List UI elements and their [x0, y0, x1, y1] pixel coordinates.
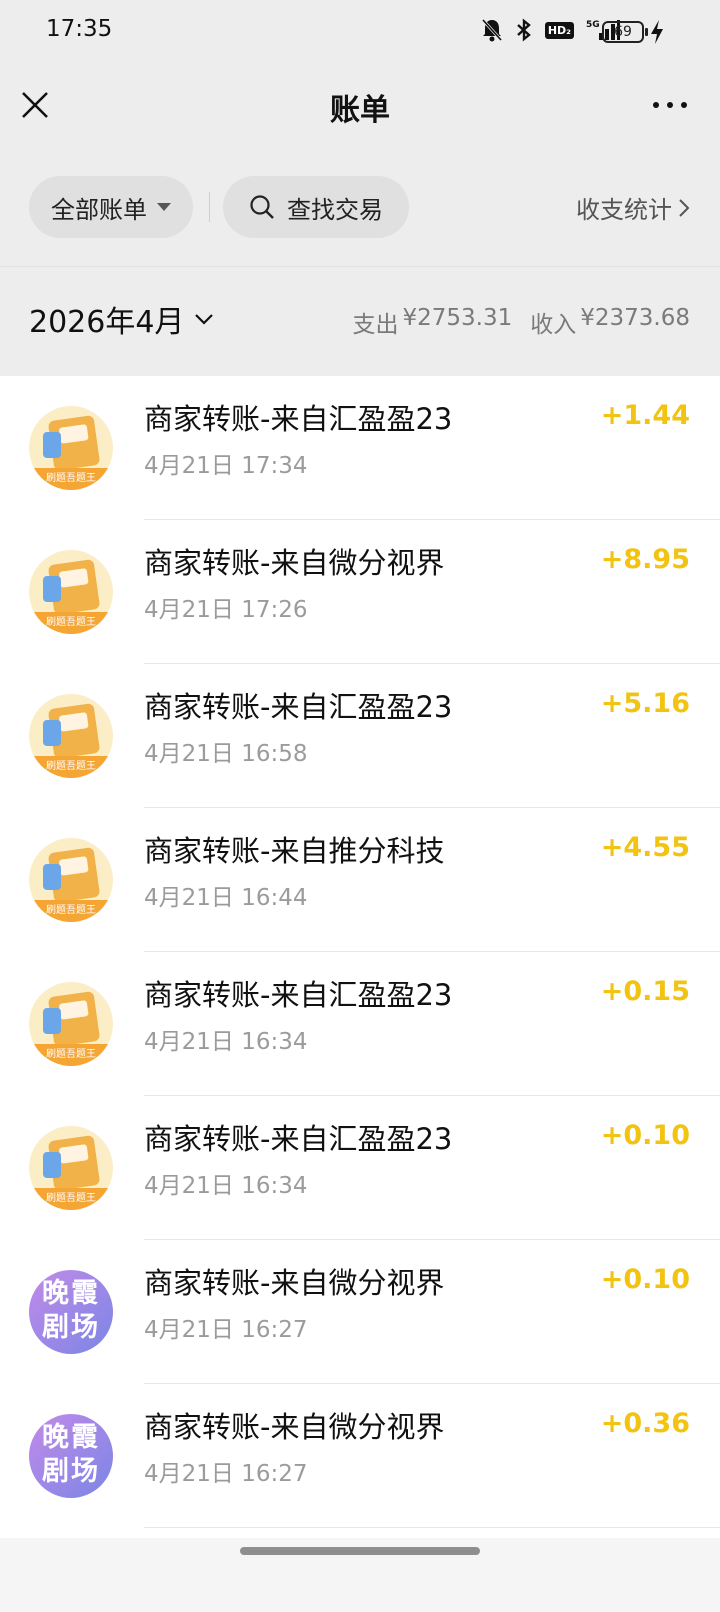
- month-totals: 支出 ¥2753.31 收入 ¥2373.68: [353, 305, 691, 339]
- transaction-row[interactable]: 刷题吾题王 商家转账-来自汇盈盈23 4月21日 16:34 +0.10: [0, 1096, 720, 1240]
- month-label: 2026年4月: [29, 305, 185, 340]
- transaction-row[interactable]: 刷题吾题王 商家转账-来自汇盈盈23 4月21日 16:58 +5.16: [0, 664, 720, 808]
- transaction-row[interactable]: 刷题吾题王 商家转账-来自推分科技 4月21日 16:44 +4.55: [0, 808, 720, 952]
- merchant-avatar: 刷题吾题王: [29, 406, 113, 490]
- avatar-jar-shape: [43, 864, 61, 890]
- transaction-time: 4月21日 16:27: [144, 1317, 308, 1343]
- avatar-jar-shape: [43, 432, 61, 458]
- search-icon: [250, 195, 274, 219]
- more-dot: [681, 102, 687, 108]
- transaction-amount: +1.44: [600, 400, 690, 431]
- transaction-title: 商家转账-来自汇盈盈23: [144, 978, 453, 1012]
- search-label: 查找交易: [287, 195, 383, 224]
- income-expense-stats-link[interactable]: 收支统计: [576, 190, 690, 225]
- merchant-avatar: 刷题吾题王: [29, 694, 113, 778]
- transaction-row[interactable]: 刷题吾题王 商家转账-来自汇盈盈23 4月21日 16:34 +0.15: [0, 952, 720, 1096]
- income-label: 收入: [530, 312, 577, 338]
- bluetooth-icon: [517, 18, 531, 42]
- transaction-amount: +0.15: [600, 976, 690, 1007]
- transaction-row[interactable]: 刷题吾题王 商家转账-来自微分视界 4月21日 17:26 +8.95: [0, 520, 720, 664]
- income-value: ¥2373.68: [580, 305, 690, 331]
- merchant-avatar: 刷题吾题王: [29, 1126, 113, 1210]
- transaction-title: 商家转账-来自微分视界: [144, 1266, 445, 1300]
- page-title: 账单: [330, 93, 390, 128]
- expense-label: 支出: [352, 312, 399, 338]
- transaction-time: 4月21日 16:44: [144, 885, 308, 911]
- avatar-jar-shape: [43, 1152, 61, 1178]
- search-transactions-button[interactable]: 查找交易: [223, 176, 409, 238]
- transaction-time: 4月21日 16:58: [144, 741, 308, 767]
- all-bills-label: 全部账单: [51, 195, 147, 224]
- avatar-jar-shape: [43, 1008, 61, 1034]
- all-bills-filter[interactable]: 全部账单: [29, 176, 193, 238]
- caret-down-icon: [157, 203, 171, 211]
- home-indicator[interactable]: [240, 1547, 480, 1555]
- filter-bar: 全部账单 查找交易 收支统计: [0, 152, 720, 266]
- merchant-avatar: 刷题吾题王: [29, 982, 113, 1066]
- avatar-caption: 刷题吾题王: [29, 612, 113, 634]
- transaction-time: 4月21日 16:34: [144, 1173, 308, 1199]
- month-selector[interactable]: 2026年4月: [29, 297, 214, 341]
- transaction-time: 4月21日 16:34: [144, 1029, 308, 1055]
- chevron-right-icon: [679, 198, 690, 217]
- avatar-caption: 刷题吾题王: [29, 900, 113, 922]
- avatar-caption: 刷题吾题王: [29, 468, 113, 490]
- month-summary: 2026年4月 支出 ¥2753.31 收入 ¥2373.68: [0, 266, 720, 376]
- filter-divider: [209, 192, 210, 222]
- battery-icon: 69: [602, 21, 648, 43]
- avatar-jar-shape: [43, 576, 61, 602]
- stats-label: 收支统计: [576, 196, 672, 224]
- more-icon[interactable]: [653, 102, 687, 108]
- transaction-time: 4月21日 17:34: [144, 453, 308, 479]
- transaction-list: 刷题吾题王 商家转账-来自汇盈盈23 4月21日 17:34 +1.44 刷题吾题王 商家…: [0, 376, 720, 1612]
- transaction-amount: +8.95: [600, 544, 690, 575]
- transaction-amount: +4.55: [600, 832, 690, 863]
- bill-page: 17:35 HD₂ 5G 69 账单 全部账单 查找交易 收支统计 2026年4…: [0, 0, 720, 1612]
- transaction-title: 商家转账-来自汇盈盈23: [144, 1122, 453, 1156]
- transaction-title: 商家转账-来自微分视界: [144, 1410, 445, 1444]
- avatar-caption: 刷题吾题王: [29, 1044, 113, 1066]
- transaction-row[interactable]: 晚霞剧场 商家转账-来自微分视界 4月21日 16:27 +0.10: [0, 1240, 720, 1384]
- transaction-row[interactable]: 刷题吾题王 商家转账-来自汇盈盈23 4月21日 17:34 +1.44: [0, 376, 720, 520]
- charging-icon: [651, 20, 663, 44]
- svg-text:5G: 5G: [586, 20, 600, 30]
- merchant-avatar: 刷题吾题王: [29, 550, 113, 634]
- status-time: 17:35: [46, 16, 113, 42]
- transaction-amount: +0.10: [600, 1120, 690, 1151]
- expense-total: 支出 ¥2753.31: [353, 305, 513, 339]
- income-total: 收入 ¥2373.68: [530, 305, 690, 339]
- transaction-amount: +0.10: [600, 1264, 690, 1295]
- transaction-amount: +5.16: [600, 688, 690, 719]
- transaction-title: 商家转账-来自微分视界: [144, 546, 445, 580]
- transaction-title: 商家转账-来自推分科技: [144, 834, 445, 868]
- transaction-row[interactable]: 晚霞剧场 商家转账-来自微分视界 4月21日 16:27 +0.36: [0, 1384, 720, 1528]
- avatar-caption: 刷题吾题王: [29, 756, 113, 778]
- transaction-amount: +0.36: [600, 1408, 690, 1439]
- status-bar: 17:35 HD₂ 5G 69: [0, 0, 720, 66]
- nav-bar: 账单: [0, 66, 720, 152]
- transaction-title: 商家转账-来自汇盈盈23: [144, 690, 453, 724]
- more-dot: [653, 102, 659, 108]
- merchant-avatar: 刷题吾题王: [29, 838, 113, 922]
- merchant-avatar: 晚霞剧场: [29, 1414, 113, 1498]
- transaction-time: 4月21日 17:26: [144, 597, 308, 623]
- hd-voice-icon: HD₂: [544, 21, 574, 39]
- status-icons: HD₂ 5G: [481, 18, 620, 42]
- avatar-jar-shape: [43, 720, 61, 746]
- avatar-caption: 刷题吾题王: [29, 1188, 113, 1210]
- chevron-down-icon: [195, 314, 214, 325]
- transaction-title: 商家转账-来自汇盈盈23: [144, 402, 453, 436]
- transaction-time: 4月21日 16:27: [144, 1461, 308, 1487]
- more-dot: [667, 102, 673, 108]
- merchant-avatar: 晚霞剧场: [29, 1270, 113, 1354]
- expense-value: ¥2753.31: [402, 305, 513, 331]
- mute-bell-icon: [481, 18, 502, 42]
